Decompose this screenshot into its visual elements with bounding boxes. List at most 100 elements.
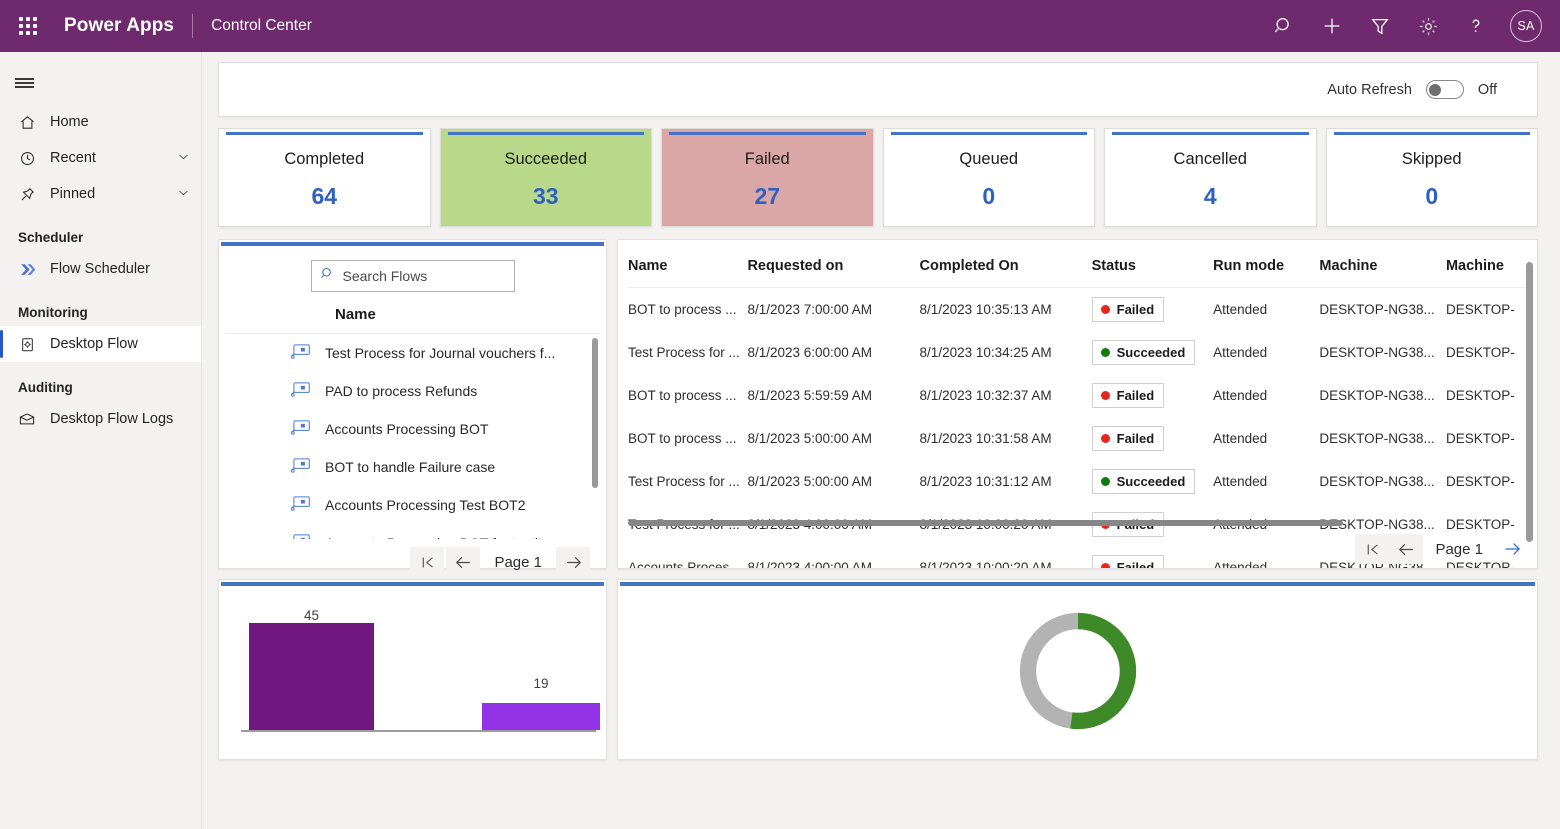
search-flows-box[interactable] [310, 260, 515, 292]
cell-completed-on: 8/1/2023 10:00:20 AM [919, 560, 1052, 569]
list-item[interactable]: PAD to process Refunds [219, 372, 606, 410]
column-header-machine[interactable]: Machine [1319, 240, 1446, 288]
bar-unattended[interactable] [482, 703, 600, 730]
table-row[interactable]: Test Process for ... 8/1/2023 5:00:00 AM… [628, 460, 1527, 503]
flow-name: PAD to process Refunds [325, 383, 478, 399]
sidebar-item-desktop-flow[interactable]: Desktop Flow [0, 326, 201, 362]
pin-icon [18, 185, 36, 203]
kpi-tiles: Completed 64 Succeeded 33 Failed 27 Queu… [218, 128, 1538, 227]
previous-page-button[interactable] [1389, 534, 1424, 564]
first-page-button[interactable] [1355, 534, 1390, 564]
top-navigation-bar: Power Apps Control Center SA [0, 0, 1560, 52]
column-header-status[interactable]: Status [1091, 240, 1214, 288]
previous-page-button[interactable] [446, 547, 481, 577]
column-header-requested-on[interactable]: Requested on [747, 240, 920, 288]
sidebar-item-label: Home [50, 114, 89, 130]
cell-completed-on: 8/1/2023 10:32:37 AM [919, 388, 1052, 403]
kpi-value: 0 [982, 182, 996, 209]
chevron-down-icon[interactable] [176, 185, 191, 204]
kpi-tile-skipped[interactable]: Skipped 0 [1325, 128, 1538, 227]
runs-horizontal-scrollbar[interactable] [628, 520, 1344, 526]
column-header-machine-2[interactable]: Machine [1445, 240, 1527, 288]
cell-run-mode: Attended [1213, 302, 1268, 317]
table-row[interactable]: BOT to process ... 8/1/2023 5:59:59 AM 8… [628, 374, 1527, 417]
cell-run-mode: Attended [1213, 388, 1268, 403]
status-badge: Succeeded [1091, 469, 1196, 494]
list-item[interactable]: BOT to handle Failure case [219, 448, 606, 486]
search-icon[interactable] [1262, 4, 1306, 48]
list-item[interactable]: Accounts Processing Test BOT2 [219, 486, 606, 524]
cell-requested-on: 8/1/2023 5:00:00 AM [747, 431, 873, 446]
sidebar-group-monitoring: Monitoring [18, 305, 88, 320]
table-row[interactable]: BOT to process ... 8/1/2023 5:00:00 AM 8… [628, 417, 1527, 460]
kpi-tile-queued[interactable]: Queued 0 [882, 128, 1095, 227]
kpi-value: 33 [532, 182, 559, 209]
app-title[interactable]: Control Center [211, 17, 312, 35]
kpi-tile-cancelled[interactable]: Cancelled 4 [1104, 128, 1317, 227]
first-page-button[interactable] [410, 547, 445, 577]
auto-refresh-bar: Auto Refresh Off [218, 62, 1538, 117]
column-header-run-mode[interactable]: Run mode [1213, 240, 1320, 288]
list-item[interactable]: Accounts Processing BOT for testing [219, 524, 606, 539]
page-label: Page 1 [494, 553, 542, 571]
avatar[interactable]: SA [1510, 10, 1542, 42]
chevron-down-icon[interactable] [176, 149, 191, 168]
donut-chart-card [617, 579, 1538, 760]
brand-title[interactable]: Power Apps [64, 15, 174, 37]
search-flows-input[interactable] [342, 268, 506, 284]
hamburger-menu-icon[interactable] [0, 62, 48, 104]
bar-chart-card: 45 19 [218, 579, 607, 760]
sidebar-item-pinned[interactable]: Pinned [0, 176, 201, 212]
kpi-label: Completed [284, 149, 365, 168]
search-flows-container [219, 246, 606, 300]
status-dot [1100, 434, 1110, 443]
settings-icon[interactable] [1406, 4, 1450, 48]
status-text: Succeeded [1116, 474, 1186, 489]
help-icon[interactable] [1454, 4, 1498, 48]
sidebar-item-desktop-flow-logs[interactable]: Desktop Flow Logs [0, 401, 201, 437]
list-item[interactable]: Test Process for Journal vouchers f... [219, 334, 606, 372]
table-row[interactable]: Test Process for ... 8/1/2023 6:00:00 AM… [628, 331, 1527, 374]
status-badge: Succeeded [1091, 340, 1196, 365]
sidebar-item-flow-scheduler[interactable]: Flow Scheduler [0, 251, 201, 287]
status-badge: Failed [1091, 297, 1165, 322]
status-text: Failed [1116, 388, 1155, 403]
cell-status: Failed [1091, 374, 1213, 417]
flow-name: BOT to handle Failure case [325, 459, 496, 475]
cell-status: Succeeded [1091, 331, 1213, 374]
filter-icon[interactable] [1358, 4, 1402, 48]
kpi-value: 4 [1203, 182, 1217, 209]
table-row[interactable]: BOT to process ... 8/1/2023 7:00:00 AM 8… [628, 288, 1527, 332]
bar-chart-axis [241, 730, 596, 732]
add-icon[interactable] [1310, 4, 1354, 48]
middle-row: Name Test Process for Journal vouchers f… [218, 239, 1538, 577]
sidebar-item-home[interactable]: Home [0, 104, 201, 140]
list-item[interactable]: Accounts Processing BOT [219, 410, 606, 448]
cell-requested-on: 8/1/2023 5:59:59 AM [747, 388, 873, 403]
kpi-value: 0 [1425, 182, 1439, 209]
flows-panel: Name Test Process for Journal vouchers f… [218, 239, 607, 577]
column-header-name[interactable]: Name [628, 240, 748, 288]
sidebar-item-recent[interactable]: Recent [0, 140, 201, 176]
flows-scrollbar[interactable] [592, 338, 598, 488]
sidebar-item-label: Desktop Flow Logs [50, 411, 174, 427]
status-dot [1100, 305, 1110, 314]
flow-name: Accounts Processing Test BOT2 [325, 497, 526, 513]
runs-table-head: Name Requested on Completed On Status Ru… [628, 240, 1527, 288]
status-badge: Failed [1091, 426, 1165, 451]
auto-refresh-toggle[interactable] [1425, 80, 1464, 99]
kpi-tile-succeeded[interactable]: Succeeded 33 [439, 128, 652, 227]
column-header-completed-on[interactable]: Completed On [919, 240, 1092, 288]
runs-vertical-scrollbar[interactable] [1526, 262, 1533, 542]
app-launcher-icon[interactable] [14, 12, 42, 40]
kpi-tile-completed[interactable]: Completed 64 [218, 128, 431, 227]
sidebar-item-label: Pinned [50, 186, 96, 202]
brand-divider [192, 14, 194, 38]
bar-attended[interactable] [249, 623, 374, 730]
auto-refresh-state: Off [1477, 81, 1497, 98]
kpi-tile-failed[interactable]: Failed 27 [661, 128, 874, 227]
next-page-button[interactable] [1495, 534, 1529, 564]
cell-status: Succeeded [1091, 460, 1213, 503]
cell-machine-2: DESKTOP- [1445, 345, 1515, 360]
next-page-button[interactable] [556, 547, 590, 577]
